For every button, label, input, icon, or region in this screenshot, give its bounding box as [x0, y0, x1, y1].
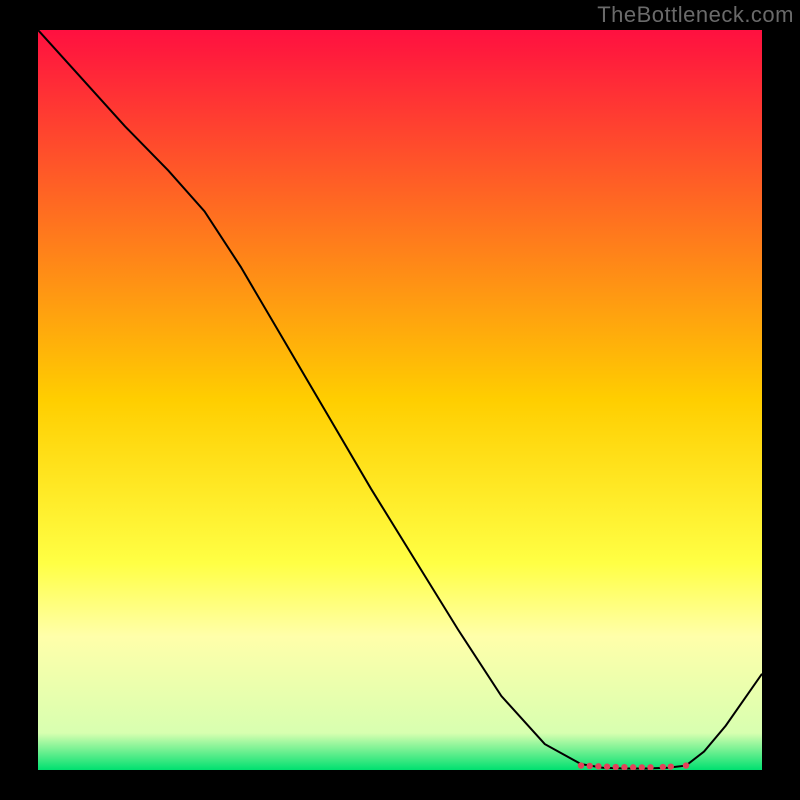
marker-dot — [668, 763, 674, 769]
marker-dot — [613, 764, 619, 770]
gradient-background — [38, 30, 762, 770]
plot-svg — [38, 30, 762, 770]
plot-area — [38, 30, 762, 770]
marker-dot — [595, 763, 601, 769]
marker-dot — [586, 763, 592, 769]
watermark-text: TheBottleneck.com — [597, 2, 794, 28]
marker-dot — [604, 763, 610, 769]
marker-dot — [683, 762, 689, 768]
chart-frame: TheBottleneck.com — [0, 0, 800, 800]
marker-dot — [578, 762, 584, 768]
marker-dot — [660, 764, 666, 770]
